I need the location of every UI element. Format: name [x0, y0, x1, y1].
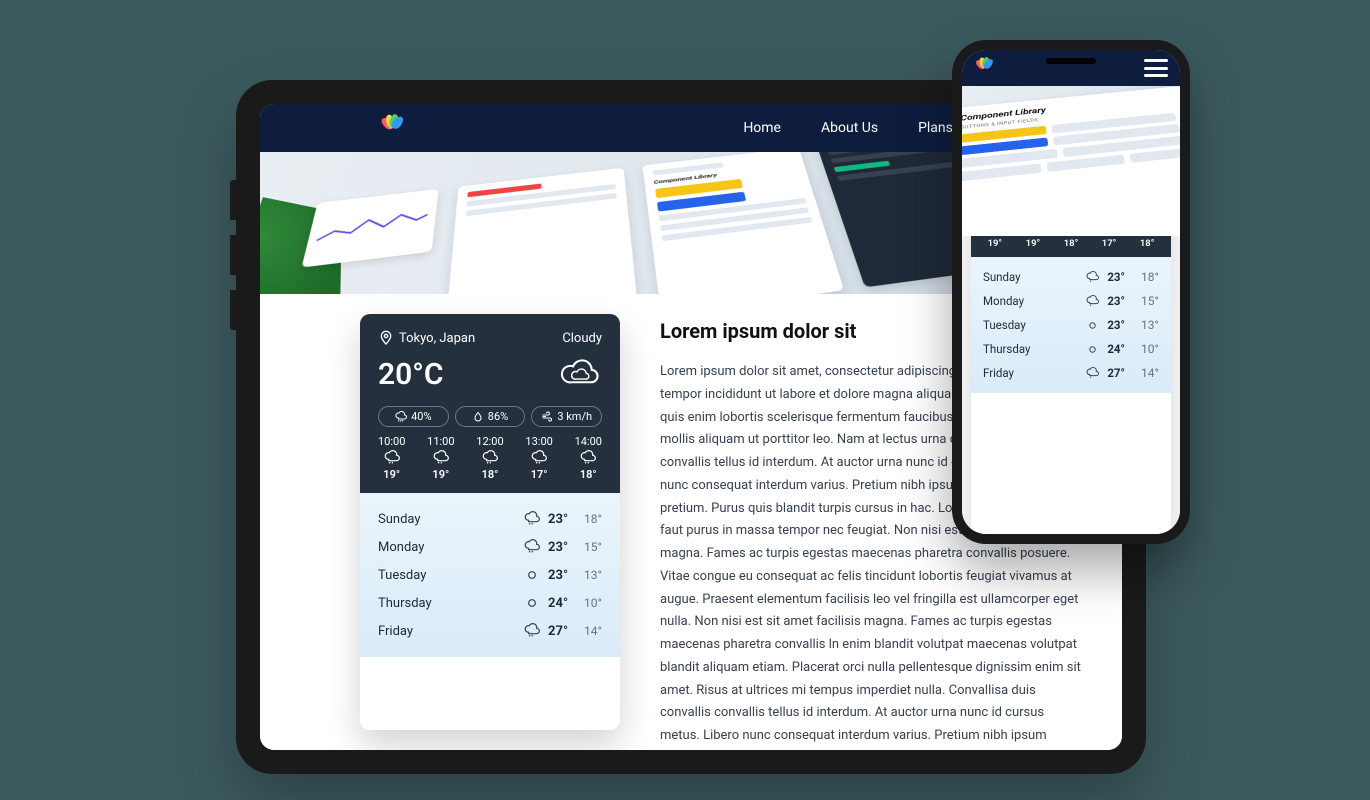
- phone-hero: Component Library BUTTONS & INPUT FIELDS…: [962, 86, 1180, 236]
- phone-body: Tokyo, Japan Cloudy 20°C 40% 86% 3 km/h: [962, 236, 1180, 534]
- daily-forecast: Sunday23°18° Monday23°15° Tuesday23°13° …: [360, 493, 620, 657]
- phone-navbar: [962, 50, 1180, 86]
- cloud-rain-icon: [531, 450, 547, 466]
- day-row: Tuesday23°13°: [378, 561, 602, 589]
- cloud-rain-icon: [1086, 367, 1099, 380]
- phone-screen: Component Library BUTTONS & INPUT FIELDS…: [962, 50, 1180, 534]
- hour-slot: 10:0019°: [983, 236, 1007, 249]
- hour-slot: 13:0017°: [525, 435, 552, 481]
- day-row: Sunday23°18°: [983, 265, 1159, 289]
- hour-slot: 12:0018°: [1059, 236, 1083, 249]
- phone-device-frame: Component Library BUTTONS & INPUT FIELDS…: [952, 40, 1190, 544]
- cloud-rain-icon: [384, 450, 400, 466]
- weather-widget-mobile: Tokyo, Japan Cloudy 20°C 40% 86% 3 km/h: [971, 236, 1171, 534]
- rain-icon: [395, 411, 407, 423]
- nav-link-home[interactable]: Home: [743, 120, 781, 136]
- day-row: Friday27°14°: [378, 617, 602, 645]
- logo-icon: [974, 57, 996, 79]
- cloud-rain-icon: [580, 450, 596, 466]
- day-row: Thursday24°10°: [378, 589, 602, 617]
- sun-icon: [1086, 343, 1099, 356]
- weather-location: Tokyo, Japan: [399, 331, 475, 346]
- weather-temperature: 20°C: [378, 357, 443, 392]
- weather-stats: 40% 86% 3 km/h: [378, 406, 602, 427]
- hour-slot: 11:0019°: [427, 435, 454, 481]
- nav-link-about[interactable]: About Us: [821, 120, 878, 136]
- wind-icon: [541, 411, 553, 423]
- precip-pill: 40%: [378, 406, 449, 427]
- weather-condition: Cloudy: [562, 331, 602, 346]
- cloud-rain-icon: [524, 623, 540, 639]
- wind-pill: 3 km/h: [531, 406, 602, 427]
- cloud-rain-icon: [433, 450, 449, 466]
- sun-icon: [1086, 319, 1099, 332]
- cloud-rain-icon: [524, 511, 540, 527]
- app-logo[interactable]: [974, 57, 996, 79]
- day-row: Tuesday23°13°: [983, 313, 1159, 337]
- hourly-forecast: 10:0019° 11:0019° 12:0018° 13:0017° 14:0…: [378, 435, 602, 481]
- hour-slot: 14:0018°: [575, 435, 602, 481]
- hour-slot: 13:0017°: [1097, 236, 1121, 249]
- hour-slot: 12:0018°: [476, 435, 503, 481]
- hero-mockup: Component Library BUTTONS & INPUT FIELDS…: [962, 86, 1180, 236]
- app-logo[interactable]: [380, 115, 406, 141]
- hour-slot: 10:0019°: [378, 435, 405, 481]
- pin-icon: [378, 330, 394, 346]
- nav-link-plans[interactable]: Plans: [918, 120, 953, 136]
- sun-icon: [524, 567, 540, 583]
- day-row: Monday23°15°: [983, 289, 1159, 313]
- hour-slot: 11:0019°: [1021, 236, 1045, 249]
- logo-icon: [380, 115, 406, 141]
- weather-widget: Tokyo, Japan Cloudy 20°C 40%: [360, 314, 620, 730]
- cloud-icon: [558, 352, 602, 396]
- menu-button[interactable]: [1144, 59, 1168, 77]
- cloud-rain-icon: [524, 539, 540, 555]
- sun-icon: [524, 595, 540, 611]
- burger-icon: [1144, 59, 1168, 62]
- cloud-rain-icon: [482, 450, 498, 466]
- humidity-pill: 86%: [455, 406, 526, 427]
- cloud-rain-icon: [1086, 271, 1099, 284]
- cloud-rain-icon: [1086, 295, 1099, 308]
- phone-notch: [1046, 58, 1096, 64]
- humidity-icon: [472, 411, 484, 423]
- day-row: Friday27°14°: [983, 361, 1159, 385]
- day-row: Sunday23°18°: [378, 505, 602, 533]
- hour-slot: 14:0018°: [1135, 236, 1159, 249]
- day-row: Thursday24°10°: [983, 337, 1159, 361]
- day-row: Monday23°15°: [378, 533, 602, 561]
